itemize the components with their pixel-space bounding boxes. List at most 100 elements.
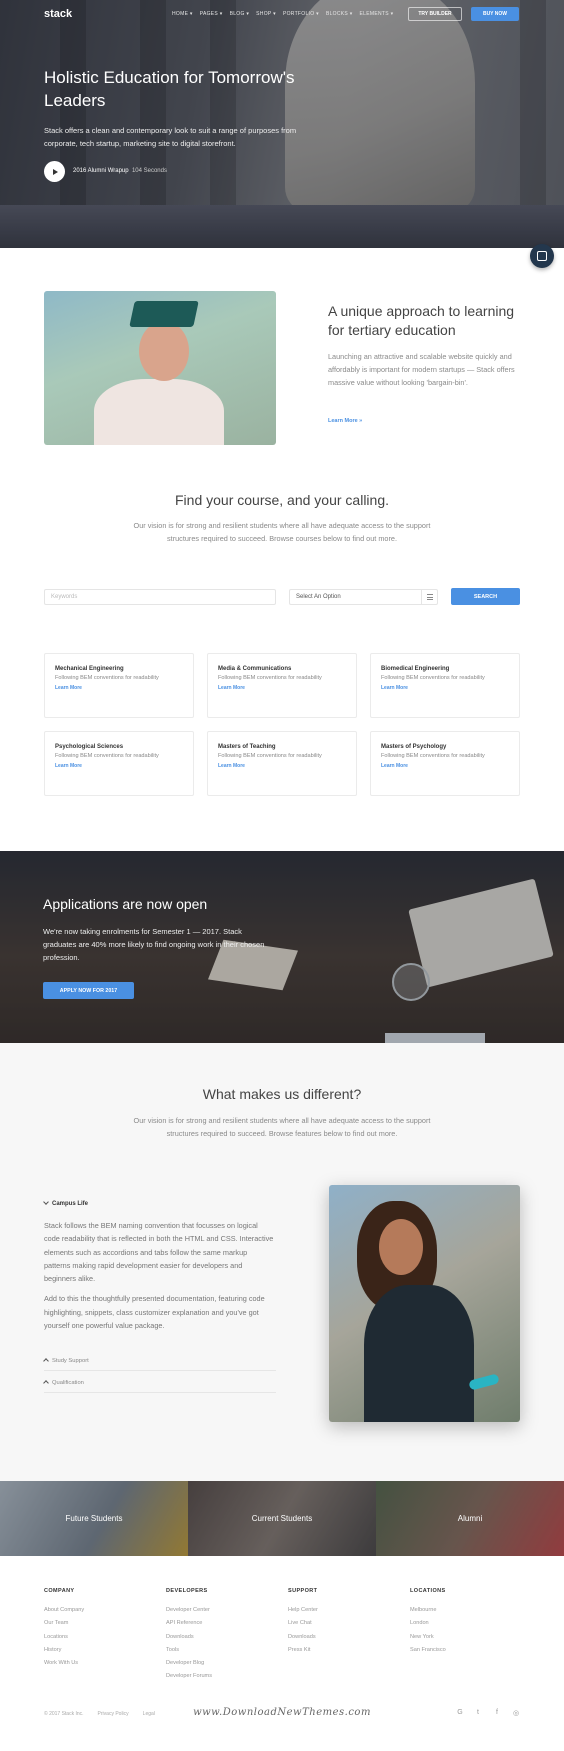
course-learn-more-link[interactable]: Learn More — [218, 685, 346, 691]
nav-item-blog[interactable]: BLOG ▾ — [230, 11, 250, 17]
buy-now-button[interactable]: BUY NOW — [471, 7, 519, 21]
select-menu-icon — [421, 590, 437, 604]
course-title: Masters of Psychology — [381, 744, 447, 750]
logo[interactable]: stack — [44, 8, 72, 20]
try-builder-button[interactable]: TRY BUILDER — [408, 7, 462, 21]
student-top — [364, 1285, 474, 1422]
nav-item-blocks[interactable]: BLOCKS ▾ — [326, 11, 353, 17]
accordion-paragraph: Stack follows the BEM naming convention … — [44, 1221, 274, 1284]
footer-link[interactable]: History — [44, 1644, 84, 1657]
course-learn-more-link[interactable]: Learn More — [381, 763, 509, 769]
footer-link[interactable]: Work With Us — [44, 1657, 84, 1670]
footer-link[interactable]: Downloads — [166, 1631, 212, 1644]
course-learn-more-link[interactable]: Learn More — [218, 763, 346, 769]
footer-column-locations: LOCATIONS Melbourne London New York San … — [410, 1588, 446, 1657]
chat-widget-button[interactable] — [530, 244, 554, 268]
course-learn-more-link[interactable]: Learn More — [55, 685, 183, 691]
course-card[interactable]: Psychological Sciences Following BEM con… — [44, 731, 194, 796]
course-card[interactable]: Mechanical Engineering Following BEM con… — [44, 653, 194, 718]
course-learn-more-link[interactable]: Learn More — [55, 763, 183, 769]
footer-link[interactable]: Help Center — [288, 1604, 318, 1617]
nav-item-portfolio[interactable]: PORTFOLIO ▾ — [283, 11, 319, 17]
tile-label: Future Students — [65, 1514, 123, 1523]
course-title: Masters of Teaching — [218, 744, 276, 750]
apply-now-button[interactable]: APPLY NOW FOR 2017 — [43, 982, 134, 999]
features-title: What makes us different? — [202, 1086, 362, 1102]
accordion-title: Qualification — [52, 1380, 84, 1386]
footer-link[interactable]: Press Kit — [288, 1644, 318, 1657]
graduate-face — [139, 321, 189, 381]
course-title: Biomedical Engineering — [381, 666, 450, 672]
course-title: Psychological Sciences — [55, 744, 124, 750]
nav-item-shop[interactable]: SHOP ▾ — [256, 11, 276, 17]
accordion-item-campus-life[interactable]: Campus Life — [43, 1199, 89, 1207]
chevron-up-icon — [43, 1358, 49, 1364]
tile-label: Alumni — [457, 1514, 483, 1523]
intro-text: Launching an attractive and scalable web… — [328, 352, 515, 387]
video-label[interactable]: 2016 Alumni Wrapup 104 Seconds — [73, 168, 167, 174]
footer-link[interactable]: San Francisco — [410, 1644, 446, 1657]
course-select[interactable]: Select An Option — [289, 589, 438, 605]
footer-link[interactable]: API Reference — [166, 1617, 212, 1630]
accordion-item-study-support[interactable]: Study Support — [43, 1358, 276, 1371]
search-button[interactable]: SEARCH — [451, 588, 520, 605]
footer-link[interactable]: Developer Blog — [166, 1657, 212, 1670]
course-card[interactable]: Biomedical Engineering Following BEM con… — [370, 653, 520, 718]
graduation-cap — [129, 301, 199, 327]
features-text: Our vision is for strong and resilient s… — [133, 1116, 431, 1138]
nav-item-pages[interactable]: PAGES ▾ — [200, 11, 223, 17]
nav-item-home[interactable]: HOME ▾ — [172, 11, 193, 17]
course-learn-more-link[interactable]: Learn More — [381, 685, 509, 691]
footer-link[interactable]: Developer Center — [166, 1604, 212, 1617]
student-image — [329, 1185, 520, 1422]
video-title: 2016 Alumni Wrapup — [73, 168, 129, 174]
tile-alumni[interactable]: Alumni — [376, 1481, 564, 1556]
footer-link[interactable]: About Company — [44, 1604, 84, 1617]
course-card[interactable]: Masters of Teaching Following BEM conven… — [207, 731, 357, 796]
courses-title: Find your course, and your calling. — [175, 492, 389, 508]
footer-link[interactable]: London — [410, 1617, 446, 1630]
course-desc: Following BEM conventions for readabilit… — [381, 753, 485, 759]
google-icon[interactable]: G — [455, 1709, 465, 1716]
chat-icon — [537, 251, 547, 261]
tile-future-students[interactable]: Future Students — [0, 1481, 188, 1556]
intro-title: A unique approach to learning for tertia… — [328, 303, 515, 338]
accordion-content: Stack follows the BEM naming convention … — [44, 1219, 274, 1332]
graduate-body — [94, 379, 224, 445]
accordion-title: Study Support — [52, 1358, 89, 1364]
course-card[interactable]: Masters of Psychology Following BEM conv… — [370, 731, 520, 796]
chevron-up-icon — [43, 1380, 49, 1386]
video-duration: 104 Seconds — [131, 168, 167, 174]
play-icon — [53, 168, 58, 175]
footer-link[interactable]: Tools — [166, 1644, 212, 1657]
course-select-value: Select An Option — [296, 594, 341, 600]
footer-column-developers: DEVELOPERS Developer Center API Referenc… — [166, 1588, 212, 1684]
course-card[interactable]: Media & Communications Following BEM con… — [207, 653, 357, 718]
keywords-input[interactable]: Keywords — [44, 589, 276, 605]
applications-title: Applications are now open — [43, 896, 208, 912]
accordion-item-qualification[interactable]: Qualification — [43, 1380, 276, 1393]
course-title: Mechanical Engineering — [55, 666, 124, 672]
play-video-button[interactable] — [44, 161, 65, 182]
chevron-down-icon — [43, 1199, 49, 1205]
accordion-paragraph: Add to this the thoughtfully presented d… — [44, 1294, 265, 1331]
tile-current-students[interactable]: Current Students — [188, 1481, 376, 1556]
course-desc: Following BEM conventions for readabilit… — [218, 753, 322, 759]
nav-item-elements[interactable]: ELEMENTS ▾ — [360, 11, 394, 17]
facebook-icon[interactable]: f — [492, 1709, 502, 1716]
accordion-title: Campus Life — [52, 1201, 89, 1207]
footer-link[interactable]: Downloads — [288, 1631, 318, 1644]
footer-link[interactable]: Live Chat — [288, 1617, 318, 1630]
footer-link[interactable]: Locations — [44, 1631, 84, 1644]
footer-link[interactable]: Our Team — [44, 1617, 84, 1630]
course-title: Media & Communications — [218, 666, 292, 672]
instagram-icon[interactable]: ◎ — [511, 1709, 521, 1717]
footer-link[interactable]: Developer Forums — [166, 1670, 212, 1683]
course-desc: Following BEM conventions for readabilit… — [381, 675, 485, 681]
footer-link[interactable]: New York — [410, 1631, 446, 1644]
footer-link[interactable]: Melbourne — [410, 1604, 446, 1617]
intro-learn-more-link[interactable]: Learn More » — [328, 418, 362, 424]
twitter-icon[interactable]: t — [473, 1709, 483, 1716]
course-desc: Following BEM conventions for readabilit… — [55, 753, 159, 759]
footer-heading: SUPPORT — [288, 1588, 318, 1594]
